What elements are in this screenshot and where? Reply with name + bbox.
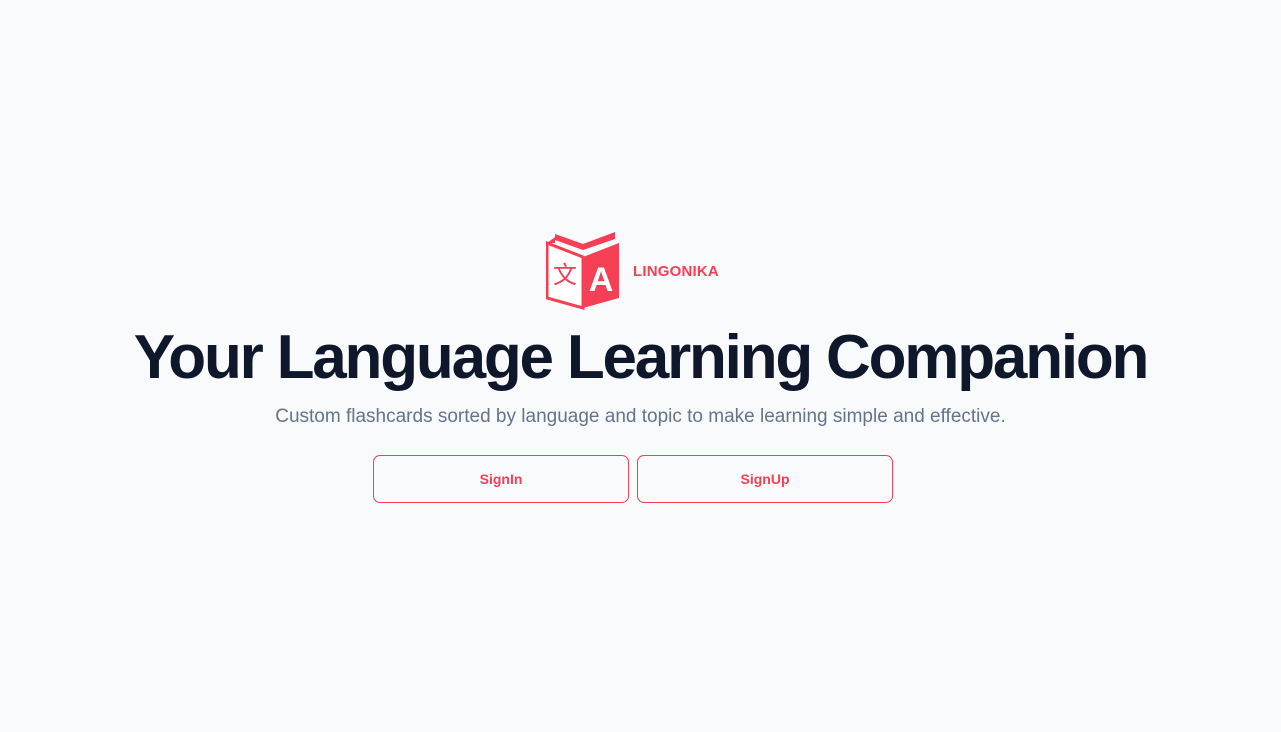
auth-actions: SignIn SignUp <box>373 455 893 503</box>
signin-button[interactable]: SignIn <box>373 455 629 503</box>
logo-letter: A <box>589 261 614 299</box>
brand-logo[interactable]: 文 A LINGONIKA <box>546 231 719 311</box>
page-subtitle: Custom flashcards sorted by language and… <box>275 406 1006 427</box>
landing-page: 文 A LINGONIKA Your Language Learning Com… <box>0 0 1281 732</box>
page-title: Your Language Learning Companion <box>133 323 1150 392</box>
logo-glyph: 文 <box>553 261 577 289</box>
brand-name: LINGONIKA <box>633 262 719 280</box>
signup-button[interactable]: SignUp <box>637 455 893 503</box>
open-book-translate-icon: 文 A <box>546 232 619 310</box>
